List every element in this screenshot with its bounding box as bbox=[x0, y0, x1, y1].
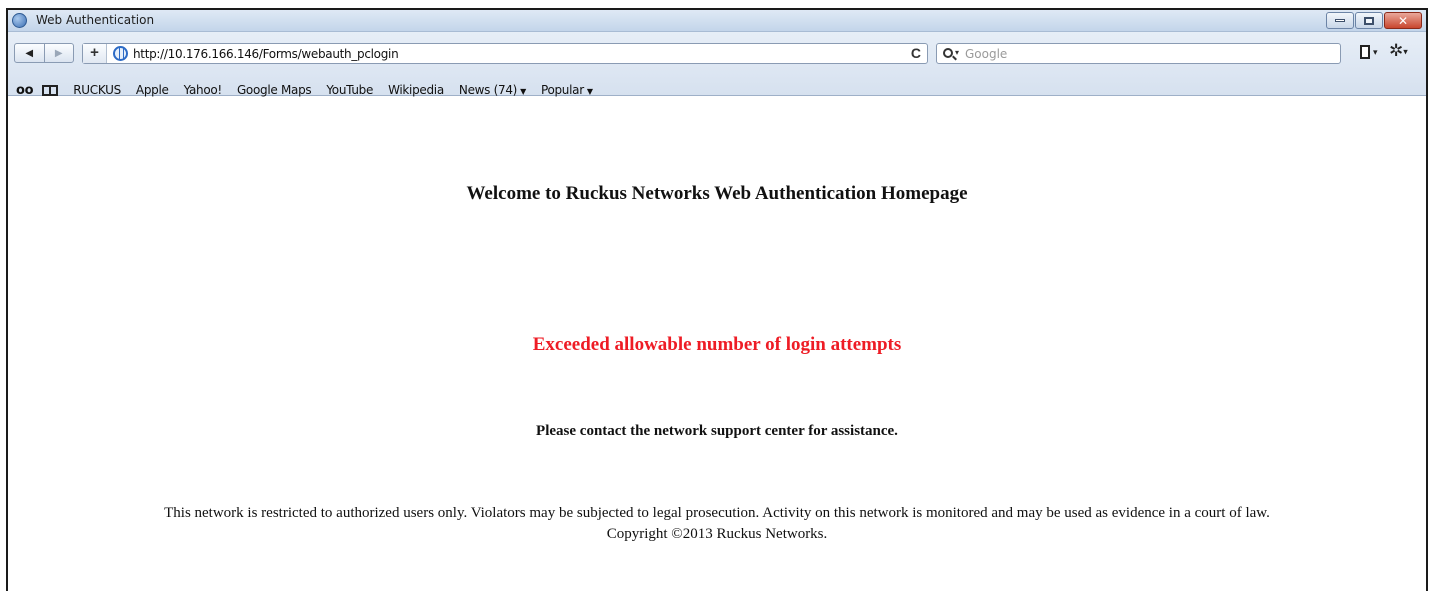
back-button[interactable]: ◀ bbox=[15, 44, 44, 62]
window-controls: ✕ bbox=[1326, 12, 1422, 30]
title-bar: Web Authentication ✕ bbox=[8, 10, 1426, 32]
bookmarks-book-icon[interactable] bbox=[42, 84, 59, 96]
browser-window: Web Authentication ✕ ◀ ▶ + http://10.176… bbox=[6, 8, 1428, 591]
error-message: Exceeded allowable number of login attem… bbox=[532, 334, 902, 355]
search-placeholder: Google bbox=[965, 47, 1008, 61]
legal-text: This network is restricted to authorized… bbox=[164, 505, 1270, 521]
minimize-icon bbox=[1335, 19, 1345, 22]
add-bookmark-button[interactable]: + bbox=[83, 44, 107, 63]
bookmark-folder-popular[interactable]: Popular ▼ bbox=[541, 83, 593, 97]
bookmark-youtube[interactable]: YouTube bbox=[326, 83, 373, 97]
search-icon[interactable] bbox=[943, 48, 953, 58]
browser-toolbar: ◀ ▶ + http://10.176.166.146/Forms/webaut… bbox=[8, 32, 1426, 98]
bookmark-news-label: News (74) bbox=[458, 83, 518, 97]
gear-icon: ✲ bbox=[1389, 41, 1404, 60]
page-menu-chevron-down-icon: ▾ bbox=[1373, 47, 1378, 57]
bookmark-yahoo[interactable]: Yahoo! bbox=[184, 83, 223, 97]
bookmark-wikipedia[interactable]: Wikipedia bbox=[388, 83, 444, 97]
address-bar[interactable]: + http://10.176.166.146/Forms/webauth_pc… bbox=[82, 43, 928, 64]
chevron-down-icon: ▼ bbox=[520, 87, 526, 96]
copyright-text: Copyright ©2013 Ruckus Networks. bbox=[606, 526, 828, 542]
close-button[interactable]: ✕ bbox=[1384, 12, 1422, 29]
maximize-button[interactable] bbox=[1355, 12, 1383, 29]
forward-button[interactable]: ▶ bbox=[43, 44, 74, 62]
forward-arrow-icon: ▶ bbox=[54, 47, 63, 59]
bookmark-google-maps[interactable]: Google Maps bbox=[237, 83, 312, 97]
legal-notice: This network is restricted to authorized… bbox=[8, 503, 1426, 545]
page-menu-button[interactable]: ▾ bbox=[1358, 44, 1382, 62]
maximize-icon bbox=[1364, 16, 1374, 25]
reading-list-icon[interactable]: oo bbox=[16, 83, 34, 98]
support-message: Please contact the network support cente… bbox=[536, 423, 898, 439]
nav-buttons: ◀ ▶ bbox=[14, 43, 74, 63]
close-icon: ✕ bbox=[1397, 13, 1409, 28]
page-icon bbox=[1360, 45, 1370, 59]
bookmark-popular-label: Popular bbox=[540, 83, 584, 97]
settings-chevron-down-icon: ▾ bbox=[1403, 46, 1408, 57]
url-text[interactable]: http://10.176.166.146/Forms/webauth_pclo… bbox=[133, 47, 399, 61]
bookmark-folder-news[interactable]: News (74) ▼ bbox=[459, 83, 526, 97]
minimize-button[interactable] bbox=[1326, 12, 1354, 29]
settings-menu-button[interactable]: ✲▾ bbox=[1389, 41, 1419, 61]
chevron-down-icon: ▼ bbox=[586, 87, 593, 96]
bookmark-apple[interactable]: Apple bbox=[136, 83, 169, 97]
page-content: Welcome to Ruckus Networks Web Authentic… bbox=[8, 97, 1426, 591]
back-arrow-icon: ◀ bbox=[25, 47, 34, 59]
reload-icon[interactable]: C bbox=[911, 45, 921, 61]
page-title: Welcome to Ruckus Networks Web Authentic… bbox=[466, 183, 968, 204]
bookmark-ruckus[interactable]: RUCKUS bbox=[73, 83, 121, 97]
search-engine-dropdown-icon[interactable]: ▾ bbox=[955, 48, 959, 57]
globe-icon bbox=[113, 46, 128, 61]
browser-app-icon[interactable] bbox=[12, 13, 27, 28]
search-input[interactable]: ▾ Google bbox=[936, 43, 1341, 64]
window-title: Web Authentication bbox=[36, 13, 155, 27]
